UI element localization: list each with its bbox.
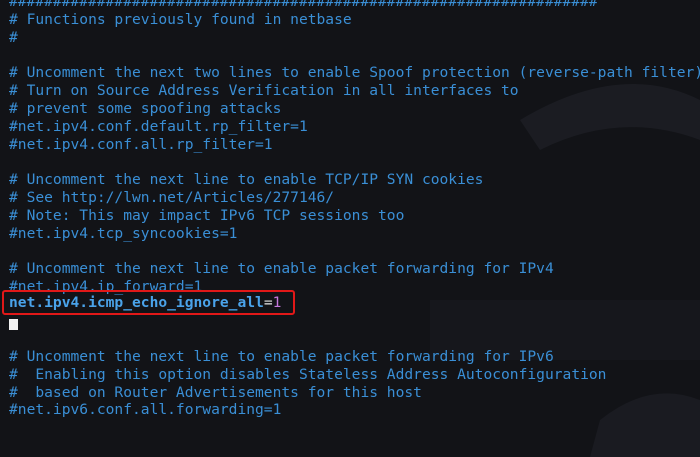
config-line-commented: #net.ipv4.conf.all.rp_filter=1: [9, 136, 273, 153]
text-cursor: [9, 319, 18, 330]
comment-line: # Note: This may impact IPv6 TCP session…: [9, 207, 405, 224]
comment-line: # Uncomment the next line to enable TCP/…: [9, 171, 484, 188]
comment-line: # prevent some spoofing attacks: [9, 100, 282, 117]
highlight-annotation-box: [2, 290, 295, 315]
comment-line: # See http://lwn.net/Articles/277146/: [9, 189, 335, 206]
comment-line: # based on Router Advertisements for thi…: [9, 384, 422, 401]
comment-line: # Uncomment the next two lines to enable…: [9, 64, 700, 81]
comment-line: # Turn on Source Address Verification in…: [9, 82, 519, 99]
comment-line: # Functions previously found in netbase: [9, 11, 352, 28]
text-editor[interactable]: ########################################…: [0, 0, 700, 457]
comment-line: ########################################…: [9, 0, 598, 10]
comment-line: # Uncomment the next line to enable pack…: [9, 348, 554, 365]
comment-line: #: [9, 29, 18, 46]
comment-line: # Uncomment the next line to enable pack…: [9, 260, 554, 277]
config-line-commented: #net.ipv4.tcp_syncookies=1: [9, 225, 238, 242]
comment-line: # Enabling this option disables Stateles…: [9, 366, 607, 383]
config-line-commented: #net.ipv4.conf.default.rp_filter=1: [9, 118, 308, 135]
config-line-commented: #net.ipv6.conf.all.forwarding=1: [9, 401, 282, 418]
